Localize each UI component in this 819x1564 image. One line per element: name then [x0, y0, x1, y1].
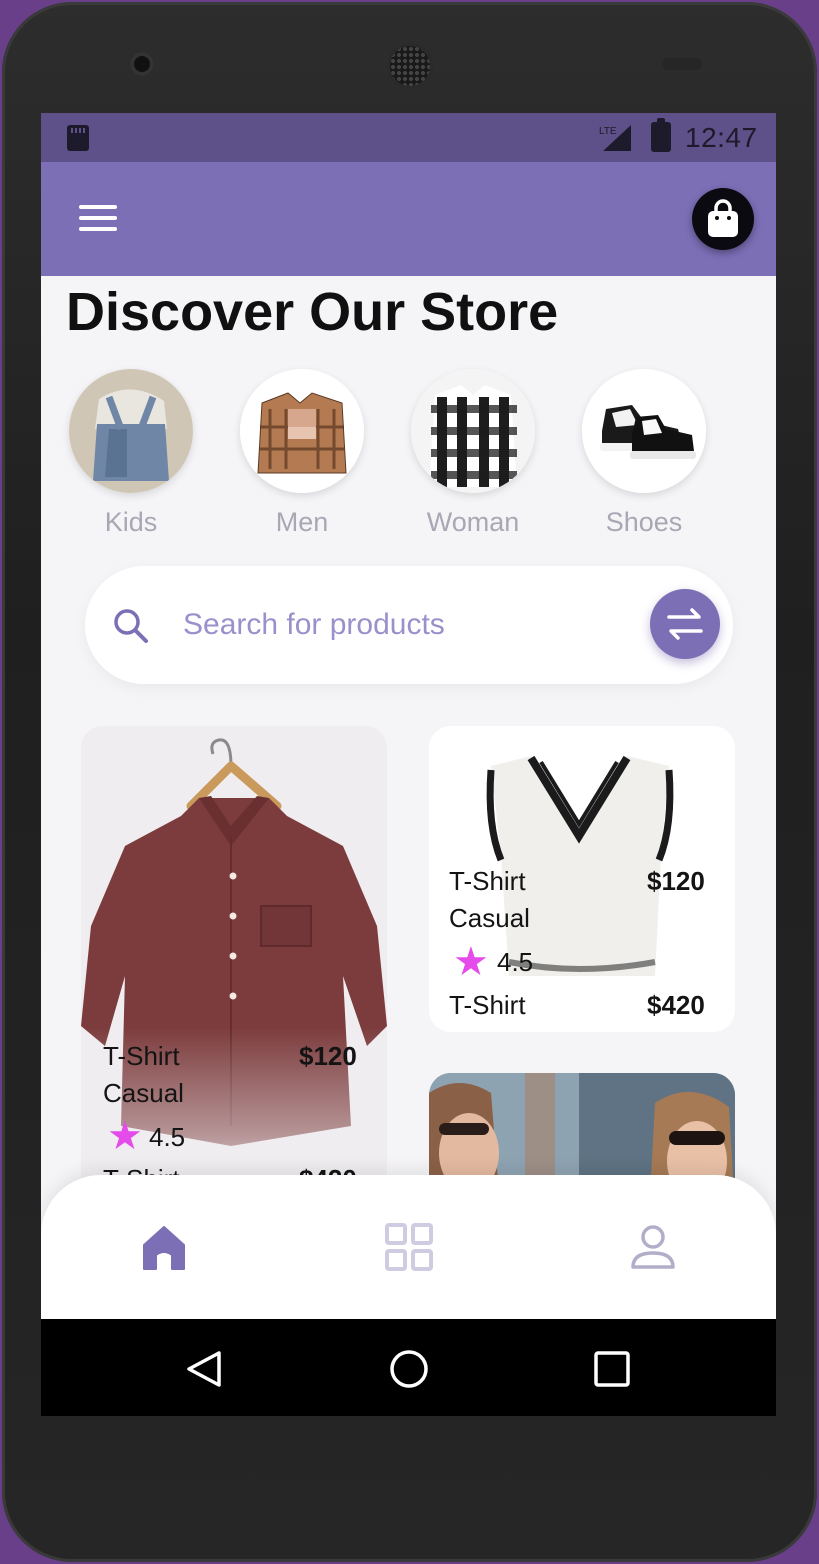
star-icon: ★	[453, 940, 489, 984]
home-icon	[143, 1226, 185, 1270]
product-price: $120	[647, 866, 705, 896]
proximity-sensor	[662, 58, 702, 70]
category-list: Kids Men Woman Shoes	[61, 369, 761, 549]
grid-icon	[385, 1223, 433, 1271]
battery-icon	[651, 118, 671, 152]
search-icon	[114, 609, 148, 643]
product-name: T-Shirt	[103, 1041, 180, 1071]
product-category: Casual	[103, 1078, 184, 1108]
product-rating: 4.5	[149, 1122, 186, 1152]
category-men[interactable]: Men	[232, 369, 372, 538]
app-bar	[41, 162, 776, 276]
filter-button[interactable]	[650, 589, 720, 659]
category-label: Men	[275, 507, 329, 537]
nav-profile-button[interactable]	[625, 1219, 681, 1275]
product-card[interactable]: T-Shirt $120 Casual ★ 4.5 T-Shirt $420	[429, 726, 735, 1032]
category-label: Kids	[104, 507, 158, 537]
product-rating: 4.5	[497, 947, 534, 977]
app-screen: LTE 12:47 Discover Our Store Kids Men Wo…	[41, 113, 776, 1416]
status-time: 12:47	[685, 122, 758, 153]
product-name-secondary: T-Shirt	[449, 990, 526, 1020]
back-icon	[187, 1351, 221, 1387]
woman-clothing-image	[411, 369, 535, 493]
network-label: LTE	[599, 126, 617, 137]
nav-categories-button[interactable]	[381, 1219, 437, 1275]
product-card[interactable]: T-Shirt $120 Casual ★ 4.5 T-Shirt $420	[81, 726, 387, 1206]
shopping-bag-icon	[708, 199, 738, 237]
recents-icon	[594, 1351, 630, 1387]
product-category: Casual	[449, 903, 530, 933]
star-icon: ★	[107, 1114, 143, 1158]
status-bar: LTE 12:47	[41, 113, 776, 162]
cart-button[interactable]	[692, 188, 754, 250]
system-navigation-bar	[41, 1319, 776, 1416]
recents-button[interactable]	[590, 1347, 634, 1391]
back-button[interactable]	[183, 1347, 227, 1391]
category-shoes[interactable]: Shoes	[574, 369, 714, 538]
category-label: Shoes	[605, 507, 683, 537]
home-button[interactable]	[387, 1347, 431, 1391]
search-input[interactable]	[181, 603, 621, 647]
search-bar	[85, 566, 733, 684]
person-icon	[631, 1225, 675, 1269]
shoes-image	[582, 369, 706, 493]
product-price-secondary: $420	[647, 990, 705, 1020]
sd-card-icon	[67, 125, 89, 151]
hamburger-menu-icon[interactable]	[79, 205, 117, 233]
swap-arrows-icon	[667, 608, 703, 640]
lte-signal-icon: LTE	[599, 125, 631, 151]
product-price: $120	[299, 1041, 357, 1071]
category-label: Woman	[426, 507, 520, 537]
men-clothing-image	[240, 369, 364, 493]
nav-home-button[interactable]	[136, 1219, 192, 1275]
category-kids[interactable]: Kids	[61, 369, 201, 538]
front-camera	[130, 52, 154, 76]
product-name: T-Shirt	[449, 866, 526, 896]
page-title: Discover Our Store	[66, 282, 559, 342]
kids-clothing-image	[69, 369, 193, 493]
category-woman[interactable]: Woman	[403, 369, 543, 538]
earpiece-speaker	[390, 46, 430, 86]
home-circle-icon	[390, 1350, 428, 1388]
bottom-navigation	[41, 1175, 776, 1319]
